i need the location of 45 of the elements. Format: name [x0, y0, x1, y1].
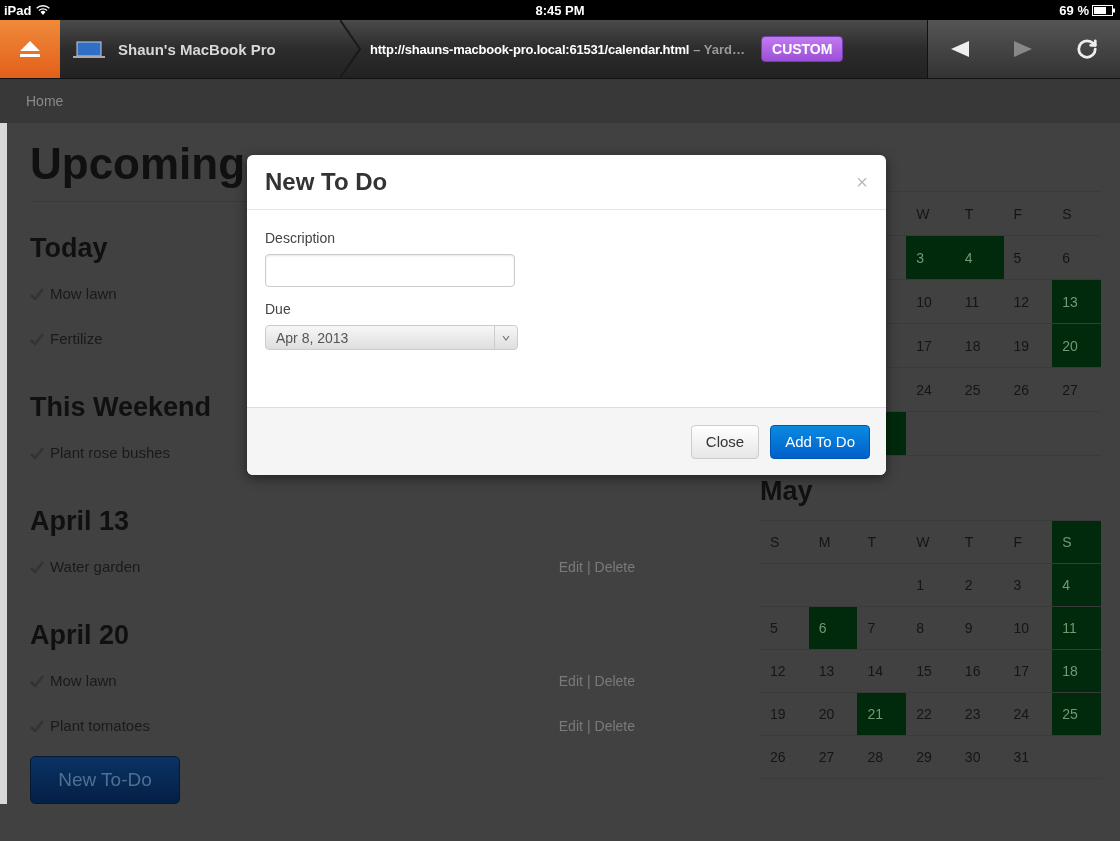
link-separator: | — [586, 717, 591, 734]
page-title: – Yard… — [693, 41, 745, 57]
day-cell[interactable]: 21 — [857, 692, 907, 735]
description-field[interactable] — [265, 254, 515, 287]
forward-button[interactable] — [1013, 40, 1033, 58]
reload-button[interactable] — [1076, 38, 1099, 60]
day-cell[interactable]: 3 — [906, 235, 955, 279]
eject-icon — [19, 40, 41, 58]
clock-time: 8:45 PM — [535, 2, 585, 18]
delete-link[interactable]: Delete — [594, 672, 635, 689]
due-date-select[interactable]: Apr 8, 2013 — [265, 325, 518, 350]
back-button[interactable] — [949, 40, 970, 58]
delete-link[interactable]: Delete — [594, 717, 635, 734]
new-todo-button[interactable]: New To-Do — [30, 756, 180, 804]
address-url[interactable]: http://shauns-macbook-pro.local:61531/calendar.html — [370, 41, 690, 57]
link-separator: | — [586, 672, 591, 689]
edit-link[interactable]: Edit — [558, 558, 583, 575]
day-cell[interactable]: 18 — [1052, 649, 1101, 692]
breadcrumb-link[interactable]: Home — [26, 92, 64, 109]
battery-percent: 69 % — [1059, 2, 1089, 18]
host-name: Shaun's MacBook Pro — [118, 40, 276, 58]
link-separator: | — [586, 558, 591, 575]
close-dialog-button[interactable]: Close — [690, 424, 760, 459]
field-label: Due — [265, 301, 292, 317]
delete-link[interactable]: Delete — [594, 558, 635, 575]
day-cell[interactable]: 25 — [1052, 692, 1101, 735]
laptop-icon — [72, 39, 106, 59]
custom-button[interactable]: CUSTOM — [761, 36, 844, 62]
day-cell[interactable]: 13 — [1052, 279, 1101, 323]
day-cell[interactable]: 11 — [1052, 606, 1101, 649]
eject-button[interactable] — [0, 20, 60, 78]
day-cell[interactable]: 20 — [1052, 323, 1101, 367]
dialog-title: New To Do — [265, 168, 388, 196]
device-name: iPad — [4, 2, 32, 18]
wifi-icon — [35, 4, 52, 16]
edit-link[interactable]: Edit — [558, 672, 583, 689]
add-todo-button[interactable]: Add To Do — [770, 424, 870, 459]
edit-link[interactable]: Edit — [558, 717, 583, 734]
day-cell[interactable]: 4 — [954, 235, 1004, 279]
weekday-cell: S — [1052, 520, 1101, 563]
field-label: Description — [265, 230, 337, 246]
day-cell[interactable]: 6 — [808, 606, 858, 649]
battery-icon — [1092, 4, 1116, 16]
close-button[interactable]: × — [856, 170, 868, 194]
day-cell[interactable]: 4 — [1052, 563, 1101, 606]
